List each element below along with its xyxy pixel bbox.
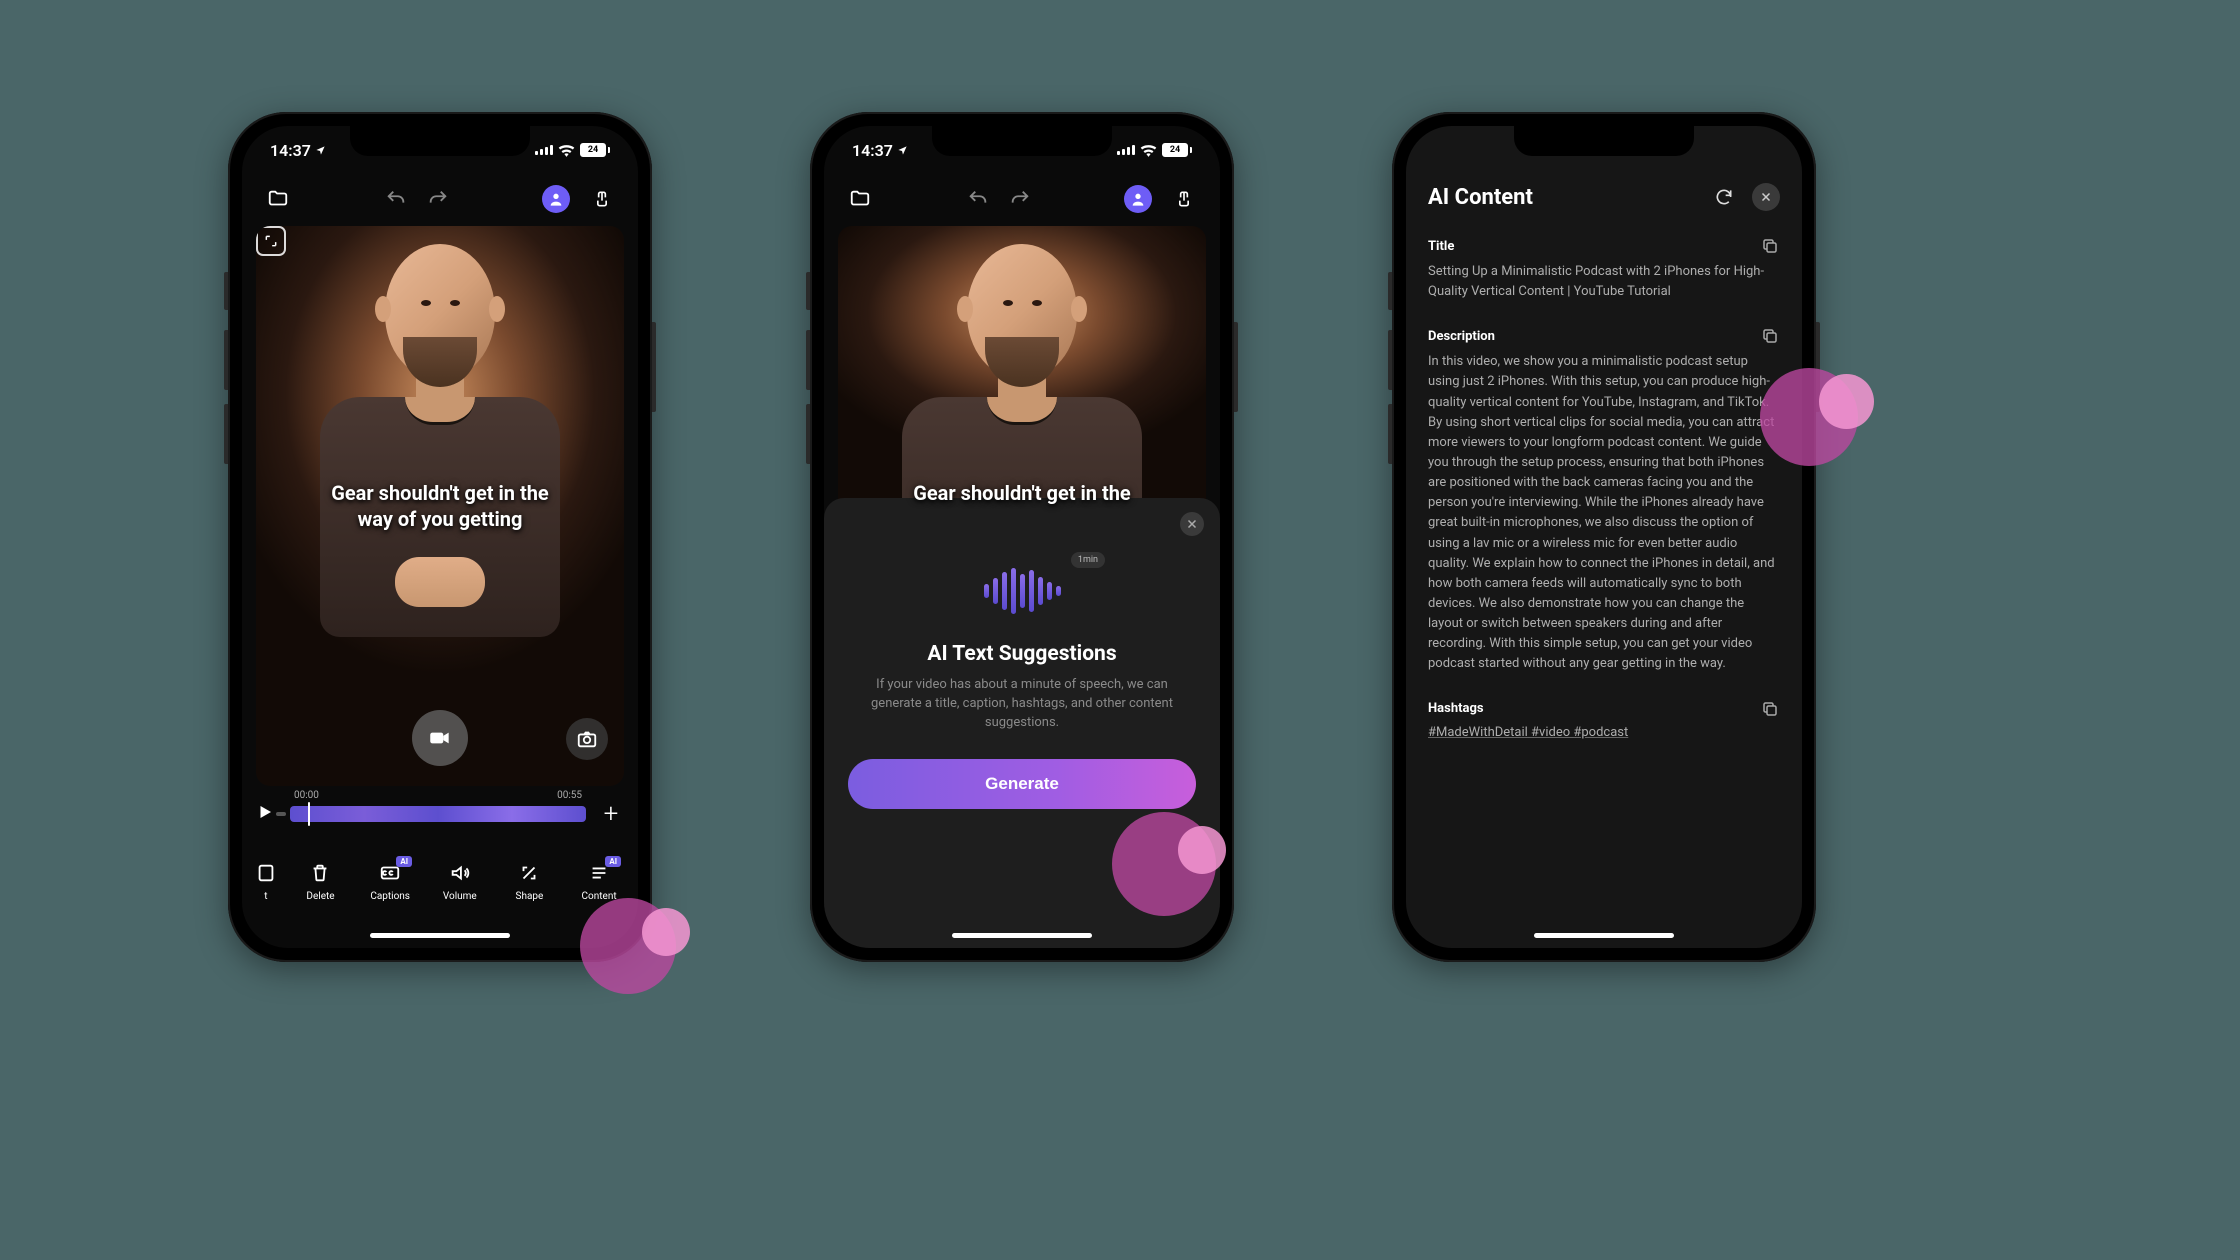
battery-icon: 24 bbox=[1162, 143, 1192, 157]
battery-icon: 24 bbox=[580, 143, 610, 157]
location-icon bbox=[897, 145, 908, 156]
tool-volume[interactable]: Volume bbox=[432, 860, 488, 902]
camera-button[interactable] bbox=[566, 718, 608, 760]
notch bbox=[350, 126, 530, 156]
folder-button[interactable] bbox=[846, 185, 874, 213]
editor-toolbar bbox=[242, 176, 638, 222]
phone-ai-sheet: 14:37 24 bbox=[810, 112, 1234, 962]
status-time: 14:37 bbox=[270, 141, 311, 160]
video-preview[interactable]: Gear shouldn't get in the bbox=[838, 226, 1206, 518]
undo-button[interactable] bbox=[964, 185, 992, 213]
notch bbox=[1514, 126, 1694, 156]
tool-row: t Delete AI Captions Volume Shape bbox=[242, 848, 638, 914]
time-end: 00:55 bbox=[557, 790, 582, 801]
page-title: AI Content bbox=[1428, 185, 1533, 210]
phone-editor: 14:37 24 bbox=[228, 112, 652, 962]
undo-button[interactable] bbox=[382, 185, 410, 213]
editor-toolbar bbox=[824, 176, 1220, 222]
wifi-icon bbox=[558, 144, 575, 157]
duration-badge: 1min bbox=[1071, 552, 1105, 568]
ai-content-body[interactable]: Title Setting Up a Minimalistic Podcast … bbox=[1428, 230, 1780, 920]
home-indicator[interactable] bbox=[370, 933, 510, 938]
notch bbox=[932, 126, 1112, 156]
sheet-description: If your video has about a minute of spee… bbox=[848, 676, 1196, 733]
signal-icon bbox=[1117, 145, 1135, 155]
status-time: 14:37 bbox=[852, 141, 893, 160]
expand-button[interactable] bbox=[256, 226, 286, 256]
refresh-button[interactable] bbox=[1710, 183, 1738, 211]
tool-cut[interactable]: t bbox=[253, 860, 279, 902]
add-clip-button[interactable]: + bbox=[598, 801, 624, 827]
video-preview[interactable]: Gear shouldn't get in the way of you get… bbox=[256, 226, 624, 786]
video-person bbox=[892, 244, 1152, 518]
tool-captions[interactable]: AI Captions bbox=[362, 860, 418, 902]
home-indicator[interactable] bbox=[1534, 933, 1674, 938]
copy-hashtags-button[interactable] bbox=[1760, 699, 1780, 719]
tool-content[interactable]: AI Content bbox=[571, 860, 627, 902]
hashtags-text: #MadeWithDetail #video #podcast bbox=[1428, 725, 1780, 740]
description-label: Description bbox=[1428, 329, 1495, 344]
wifi-icon bbox=[1140, 144, 1157, 157]
share-button[interactable] bbox=[1170, 185, 1198, 213]
share-button[interactable] bbox=[588, 185, 616, 213]
hashtags-label: Hashtags bbox=[1428, 701, 1484, 716]
phone-ai-content: AI Content Title Setting U bbox=[1392, 112, 1816, 962]
location-icon bbox=[315, 145, 326, 156]
ai-suggestions-sheet: 1min AI Text Suggestions If your video h… bbox=[824, 498, 1220, 948]
home-indicator[interactable] bbox=[952, 933, 1092, 938]
time-start: 00:00 bbox=[294, 790, 319, 801]
video-person bbox=[310, 244, 570, 664]
generate-button[interactable]: Generate bbox=[848, 759, 1196, 809]
title-label: Title bbox=[1428, 239, 1454, 254]
tool-shape[interactable]: Shape bbox=[501, 860, 557, 902]
profile-button[interactable] bbox=[1124, 185, 1152, 213]
timeline-cursor[interactable] bbox=[308, 802, 310, 826]
timeline-track[interactable]: 00:00 00:55 bbox=[290, 790, 586, 838]
redo-button[interactable] bbox=[424, 185, 452, 213]
tool-delete[interactable]: Delete bbox=[292, 860, 348, 902]
profile-button[interactable] bbox=[542, 185, 570, 213]
video-caption: Gear shouldn't get in the bbox=[838, 480, 1206, 506]
description-text: In this video, we show you a minimalisti… bbox=[1428, 352, 1780, 674]
title-text: Setting Up a Minimalistic Podcast with 2… bbox=[1428, 262, 1780, 302]
close-button[interactable] bbox=[1180, 512, 1204, 536]
video-caption: Gear shouldn't get in the way of you get… bbox=[256, 480, 624, 532]
play-button[interactable] bbox=[256, 803, 278, 825]
waveform-icon: 1min bbox=[957, 566, 1087, 616]
redo-button[interactable] bbox=[1006, 185, 1034, 213]
record-video-button[interactable] bbox=[412, 710, 468, 766]
ai-content-header: AI Content bbox=[1406, 172, 1802, 222]
timeline[interactable]: 00:00 00:55 + bbox=[256, 790, 624, 838]
copy-description-button[interactable] bbox=[1760, 326, 1780, 346]
close-button[interactable] bbox=[1752, 183, 1780, 211]
sheet-title: AI Text Suggestions bbox=[848, 642, 1196, 666]
copy-title-button[interactable] bbox=[1760, 236, 1780, 256]
signal-icon bbox=[535, 145, 553, 155]
folder-button[interactable] bbox=[264, 185, 292, 213]
